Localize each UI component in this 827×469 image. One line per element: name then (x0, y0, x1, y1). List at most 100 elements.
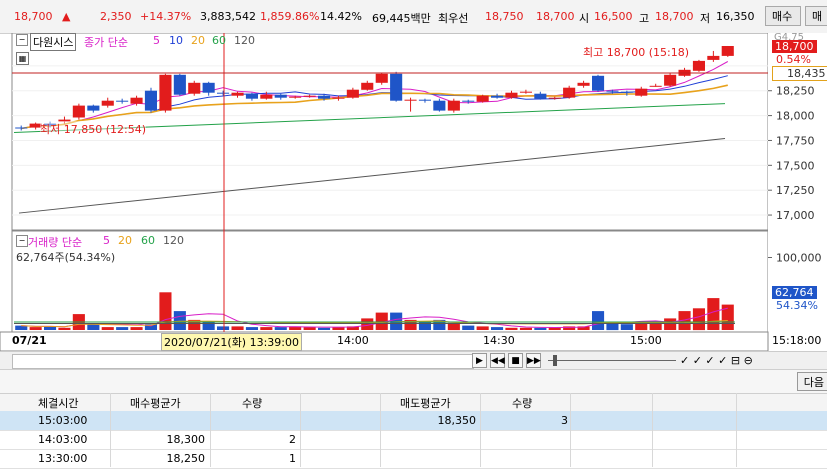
candle-body (563, 87, 576, 98)
ma20-legend: 20 (191, 34, 205, 47)
volume-bar (116, 327, 129, 330)
collapse-icon[interactable]: − (16, 34, 28, 46)
first-page-button[interactable]: ◀◀ (490, 353, 505, 368)
next-button[interactable]: 다음 (796, 372, 827, 391)
chart-area[interactable]: 17,000 17,250 17,500 17,750 18,000 18,250 100,… (0, 32, 827, 351)
price-volume-chart[interactable]: 17,000 17,250 17,500 17,750 18,000 18,250 100,… (0, 33, 827, 351)
cell-buy-avg: 18,300 (166, 433, 206, 446)
header-buy-qty: 수량 (242, 397, 263, 410)
candle-body (303, 95, 316, 97)
open-price: 16,500 (594, 10, 633, 23)
candle-body (130, 97, 143, 104)
next-page-button[interactable]: ▶▶ (526, 353, 541, 368)
volume-bar (260, 327, 273, 330)
candle-body (620, 91, 633, 93)
volume-bar (173, 311, 186, 330)
candle-body (375, 73, 388, 83)
candle-body (361, 82, 374, 90)
cell-time: 13:30:00 (38, 452, 88, 465)
col-divider (570, 393, 571, 467)
candle-body (245, 93, 258, 99)
current-pct-tag: 0.54% (776, 53, 811, 66)
high-annotation: 최고 18,700 (15:18) (583, 46, 690, 59)
y-tick-label: 17,750 (776, 134, 815, 147)
candle-body (274, 94, 287, 98)
y-tick-label: 18,000 (776, 110, 815, 123)
col-divider (736, 393, 737, 467)
trade-table-header: 체결시간 매수평균가 수량 매도평균가 수량 (0, 393, 827, 413)
best-quote-label: 최우선 (438, 12, 469, 25)
candle-body (433, 100, 446, 111)
candle-body (447, 100, 460, 111)
candle-body (289, 96, 302, 98)
volume-bar (649, 323, 662, 330)
high-label: 고 (639, 12, 650, 25)
indicator-toggle[interactable]: 다원시스 (30, 33, 77, 51)
price-legend-title: 종가 단순 (84, 36, 128, 49)
candle-body (476, 95, 489, 102)
grid-toggle-icon[interactable]: ▦ (16, 52, 29, 65)
volume-bar (274, 327, 287, 330)
candle-body (202, 82, 215, 93)
candle-body (346, 89, 359, 98)
chart-scrollbar-track[interactable] (12, 354, 474, 369)
candle-body (491, 95, 504, 98)
chart-navigation-bar: ▶ ◀◀ ■ ▶▶ ✓ ✓ ✓ ✓ ⊟ ⊖ (0, 351, 827, 370)
volume-bar (58, 327, 71, 330)
stop-button[interactable]: ■ (508, 353, 523, 368)
volume-bar (476, 326, 489, 330)
volume-y-tick-label: 100,000 (776, 252, 822, 265)
col-divider (210, 393, 211, 467)
candle-body (519, 91, 532, 93)
y-tick-label: 17,250 (776, 184, 815, 197)
volume-bar (519, 327, 532, 330)
y-tick-label: 17,500 (776, 159, 815, 172)
candle-body (332, 97, 345, 99)
change-percent: +14.37% (140, 10, 192, 23)
volume-bar (101, 327, 114, 330)
sell-button[interactable]: 매 (805, 6, 827, 26)
candle-body (418, 99, 431, 101)
zoom-slider-handle[interactable] (553, 355, 557, 366)
col-divider (380, 393, 381, 467)
volume-current-tag: 62,764 (772, 286, 817, 299)
candle-body (231, 92, 244, 96)
price-change: 2,350 (100, 10, 132, 23)
candle-body (404, 99, 417, 101)
candle-body (577, 82, 590, 86)
candle-body (462, 100, 475, 102)
volume-ratio: 1,859.86% (260, 10, 320, 23)
volume-bar (462, 325, 475, 330)
col-divider (480, 393, 481, 467)
table-toolbar: 다음 (0, 370, 827, 394)
table-row[interactable]: 15:03:00 18,350 3 (0, 411, 827, 431)
buy-button[interactable]: 매수 (765, 6, 801, 26)
cell-time: 15:03:00 (38, 414, 88, 427)
current-price: 18,700 (14, 10, 53, 23)
y-tick-label: 17,000 (776, 209, 815, 222)
candle-body (318, 95, 331, 99)
candle-body (101, 100, 114, 106)
volume-legend-title: 거래량 단순 (28, 236, 83, 249)
volume-summary: 62,764주(54.34%) (16, 251, 116, 264)
candle-body (548, 97, 561, 99)
low-price: 16,350 (716, 10, 755, 23)
scroll-left-button[interactable]: ▶ (472, 353, 487, 368)
volume-collapse-icon[interactable]: − (16, 235, 28, 247)
cell-time: 14:03:00 (38, 433, 88, 446)
chart-tool-icons[interactable]: ✓ ✓ ✓ ✓ ⊟ ⊖ (680, 354, 753, 367)
table-row[interactable]: 13:30:00 18,250 1 (0, 449, 827, 469)
table-row[interactable]: 14:03:00 18,300 2 (0, 430, 827, 450)
low-annotation: 최저 17,850 (12:54) (40, 121, 147, 137)
candle-body (390, 73, 403, 101)
zoom-slider-track[interactable] (548, 360, 676, 361)
candle-body (606, 90, 619, 92)
col-divider (110, 393, 111, 467)
candle-body (159, 74, 172, 111)
candle-body (592, 75, 605, 91)
ma120-legend: 120 (234, 34, 255, 47)
reference-price-tag: 18,435 (772, 66, 827, 81)
vol-ma5-legend: 5 (103, 234, 110, 247)
trade-amount: 69,445백만 (372, 12, 431, 25)
cell-sell-qty: 3 (561, 414, 568, 427)
